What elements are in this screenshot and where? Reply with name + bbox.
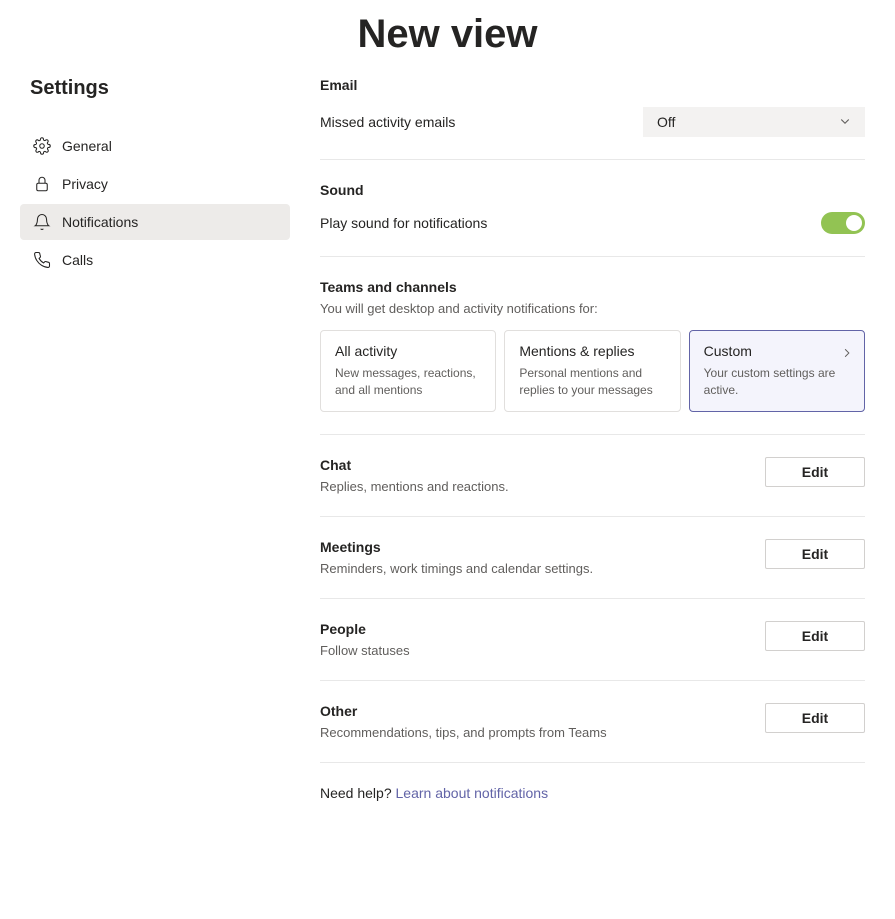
other-section: Other Recommendations, tips, and prompts… (320, 703, 865, 763)
sidebar-item-label: Notifications (62, 214, 138, 230)
sidebar-item-general[interactable]: General (20, 128, 290, 164)
play-sound-label: Play sound for notifications (320, 215, 487, 231)
missed-emails-dropdown[interactable]: Off (643, 107, 865, 137)
card-desc: Personal mentions and replies to your me… (519, 365, 665, 399)
chat-section: Chat Replies, mentions and reactions. Ed… (320, 457, 865, 517)
settings-header: Settings (30, 77, 280, 100)
card-desc: New messages, reactions, and all mention… (335, 365, 481, 399)
meetings-desc: Reminders, work timings and calendar set… (320, 561, 765, 576)
sidebar-item-label: Privacy (62, 176, 108, 192)
people-edit-button[interactable]: Edit (765, 621, 865, 651)
dropdown-value: Off (657, 114, 675, 130)
chat-title: Chat (320, 457, 765, 473)
other-title: Other (320, 703, 765, 719)
missed-emails-label: Missed activity emails (320, 114, 455, 130)
phone-icon (32, 250, 52, 270)
chat-desc: Replies, mentions and reactions. (320, 479, 765, 494)
close-button[interactable] (841, 77, 865, 101)
card-title: Custom (704, 343, 850, 359)
email-title: Email (320, 77, 865, 93)
help-link[interactable]: Learn about notifications (396, 785, 549, 801)
lock-icon (32, 174, 52, 194)
page-title: New view (0, 0, 895, 77)
teams-section: Teams and channels You will get desktop … (320, 279, 865, 435)
main-content: Email Missed activity emails Off Sound P… (280, 77, 865, 801)
email-section: Email Missed activity emails Off (320, 77, 865, 160)
sidebar-item-label: General (62, 138, 112, 154)
help-row: Need help? Learn about notifications (320, 785, 865, 801)
chevron-right-icon (842, 345, 852, 363)
teams-subtitle: You will get desktop and activity notifi… (320, 301, 865, 316)
meetings-title: Meetings (320, 539, 765, 555)
meetings-edit-button[interactable]: Edit (765, 539, 865, 569)
sound-section: Sound Play sound for notifications (320, 182, 865, 257)
bell-icon (32, 212, 52, 232)
teams-title: Teams and channels (320, 279, 865, 295)
card-title: Mentions & replies (519, 343, 665, 359)
gear-icon (32, 136, 52, 156)
sidebar: Settings General Privacy Notifications (30, 77, 280, 801)
chevron-down-icon (839, 114, 851, 130)
missed-emails-row: Missed activity emails Off (320, 107, 865, 137)
play-sound-toggle[interactable] (821, 212, 865, 234)
chat-edit-button[interactable]: Edit (765, 457, 865, 487)
help-prefix: Need help? (320, 785, 396, 801)
card-desc: Your custom settings are active. (704, 365, 850, 399)
card-mentions-replies[interactable]: Mentions & replies Personal mentions and… (504, 330, 680, 412)
card-custom[interactable]: Custom Your custom settings are active. (689, 330, 865, 412)
sidebar-item-notifications[interactable]: Notifications (20, 204, 290, 240)
card-title: All activity (335, 343, 481, 359)
people-section: People Follow statuses Edit (320, 621, 865, 681)
sidebar-item-privacy[interactable]: Privacy (20, 166, 290, 202)
toggle-knob (846, 215, 862, 231)
sidebar-item-label: Calls (62, 252, 93, 268)
people-title: People (320, 621, 765, 637)
sound-title: Sound (320, 182, 865, 198)
card-all-activity[interactable]: All activity New messages, reactions, an… (320, 330, 496, 412)
play-sound-row: Play sound for notifications (320, 212, 865, 234)
meetings-section: Meetings Reminders, work timings and cal… (320, 539, 865, 599)
sidebar-item-calls[interactable]: Calls (20, 242, 290, 278)
other-desc: Recommendations, tips, and prompts from … (320, 725, 765, 740)
other-edit-button[interactable]: Edit (765, 703, 865, 733)
people-desc: Follow statuses (320, 643, 765, 658)
